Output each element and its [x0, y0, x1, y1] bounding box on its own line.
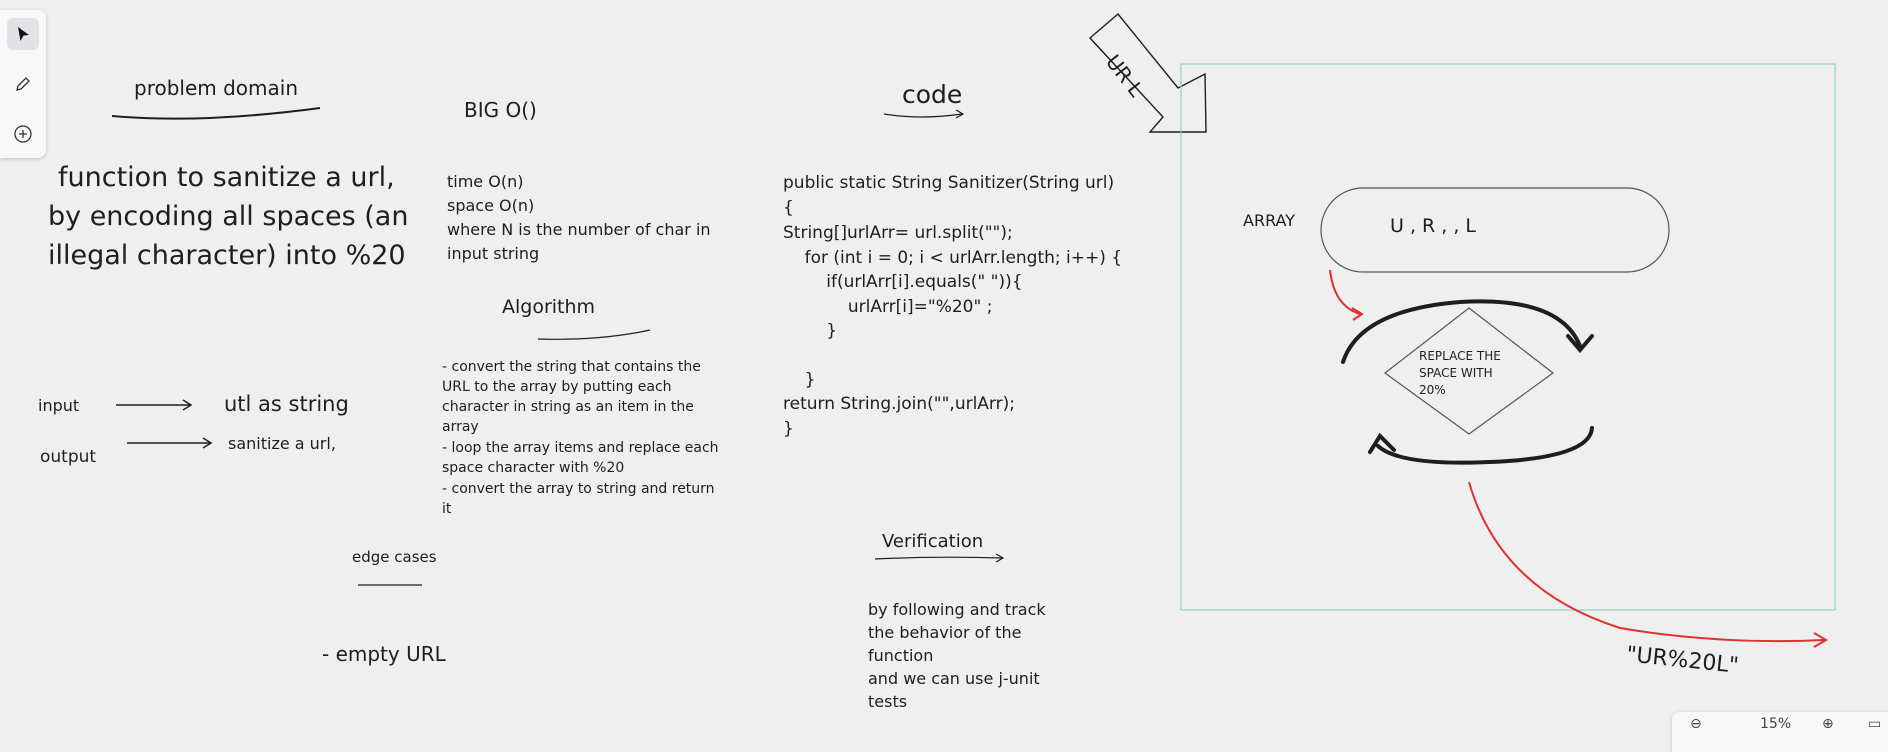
code-line: return String.join("",urlArr); — [783, 394, 1015, 414]
diamond-text-line: SPACE WITH — [1419, 366, 1493, 380]
algorithm-heading: Algorithm — [502, 296, 596, 318]
output-arrow — [127, 437, 213, 449]
zoom-level[interactable]: 15% — [1760, 716, 1791, 732]
code-line: public static String Sanitizer(String ur… — [783, 173, 1115, 193]
pen-icon — [16, 77, 30, 91]
code-line: for (int i = 0; i < urlArr.length; i++) … — [783, 248, 1123, 268]
algorithm-underline — [537, 329, 651, 340]
code-line: } — [783, 419, 794, 439]
array-pill — [1320, 187, 1670, 273]
zoom-out-icon[interactable]: ⊖ — [1690, 716, 1702, 732]
big-o-line-3: where N is the number of char in — [447, 220, 711, 239]
drawing-toolbar — [0, 10, 46, 158]
algorithm-line: character in string as an item in the — [442, 399, 694, 415]
code-line: } — [783, 321, 838, 341]
input-arrow — [116, 399, 193, 411]
big-o-line-1: time O(n) — [447, 172, 524, 191]
verification-line: tests — [868, 692, 908, 711]
code-underline — [883, 113, 963, 118]
red-arrow-array-to-cycle — [1329, 269, 1361, 315]
algorithm-line: URL to the array by putting each — [442, 379, 672, 395]
fit-screen-icon[interactable]: ▭ — [1868, 716, 1881, 732]
problem-domain-heading: problem domain — [134, 76, 299, 100]
algorithm-line: - convert the string that contains the — [442, 359, 701, 375]
output-value: sanitize a url, — [228, 434, 336, 453]
algorithm-line: - convert the array to string and return — [442, 481, 715, 497]
cycle-arrow-bottom — [1376, 426, 1594, 465]
edge-cases-heading: edge cases — [352, 548, 437, 566]
zoom-controls: ⊖ 15% ⊕ ▭ — [1672, 712, 1888, 752]
pointer-icon — [18, 27, 29, 41]
verification-line: by following and track — [868, 600, 1046, 619]
problem-description-line-2: by encoding all spaces (an — [48, 201, 409, 232]
problem-description-line-1: function to sanitize a url, — [58, 162, 395, 193]
algorithm-line: space character with %20 — [442, 460, 625, 476]
array-content: U , R , , L — [1390, 215, 1477, 237]
plus-circle-icon — [14, 125, 32, 143]
pen-tool-button[interactable] — [7, 68, 39, 100]
diamond-text-line: REPLACE THE — [1419, 349, 1501, 363]
diamond-text-line: 20% — [1419, 383, 1446, 397]
algorithm-line: - loop the array items and replace each — [442, 440, 719, 456]
big-o-heading: BIG O() — [464, 98, 537, 122]
output-label: output — [40, 447, 97, 467]
select-tool-button[interactable] — [7, 18, 39, 50]
problem-description-line-3: illegal character) into %20 — [48, 240, 406, 271]
verification-underline — [874, 556, 1003, 560]
zoom-in-icon[interactable]: ⊕ — [1822, 716, 1834, 732]
verification-line: function — [868, 646, 934, 665]
verification-line: the behavior of the — [868, 623, 1022, 642]
code-line: if(urlArr[i].equals(" ")){ — [783, 272, 1023, 292]
code-line: } — [783, 370, 816, 390]
code-line: String[]urlArr= url.split(""); — [783, 223, 1013, 243]
big-o-line-2: space O(n) — [447, 196, 535, 215]
verification-line: and we can use j-unit — [868, 669, 1040, 688]
problem-domain-underline — [111, 107, 321, 120]
diagram-frame — [1180, 63, 1836, 611]
red-arrow-result — [1468, 481, 1825, 643]
input-value: utl as string — [224, 392, 349, 416]
add-tool-button[interactable] — [7, 118, 39, 150]
verification-heading: Verification — [882, 531, 984, 552]
edge-case-item: - empty URL — [322, 642, 446, 666]
algorithm-line: it — [442, 501, 452, 517]
code-heading: code — [902, 80, 963, 109]
array-label: ARRAY — [1243, 211, 1296, 230]
algorithm-line: array — [442, 419, 479, 435]
big-o-line-4: input string — [447, 244, 540, 263]
code-line: urlArr[i]="%20" ; — [783, 297, 993, 317]
code-line: { — [783, 198, 794, 218]
input-label: input — [38, 396, 80, 415]
